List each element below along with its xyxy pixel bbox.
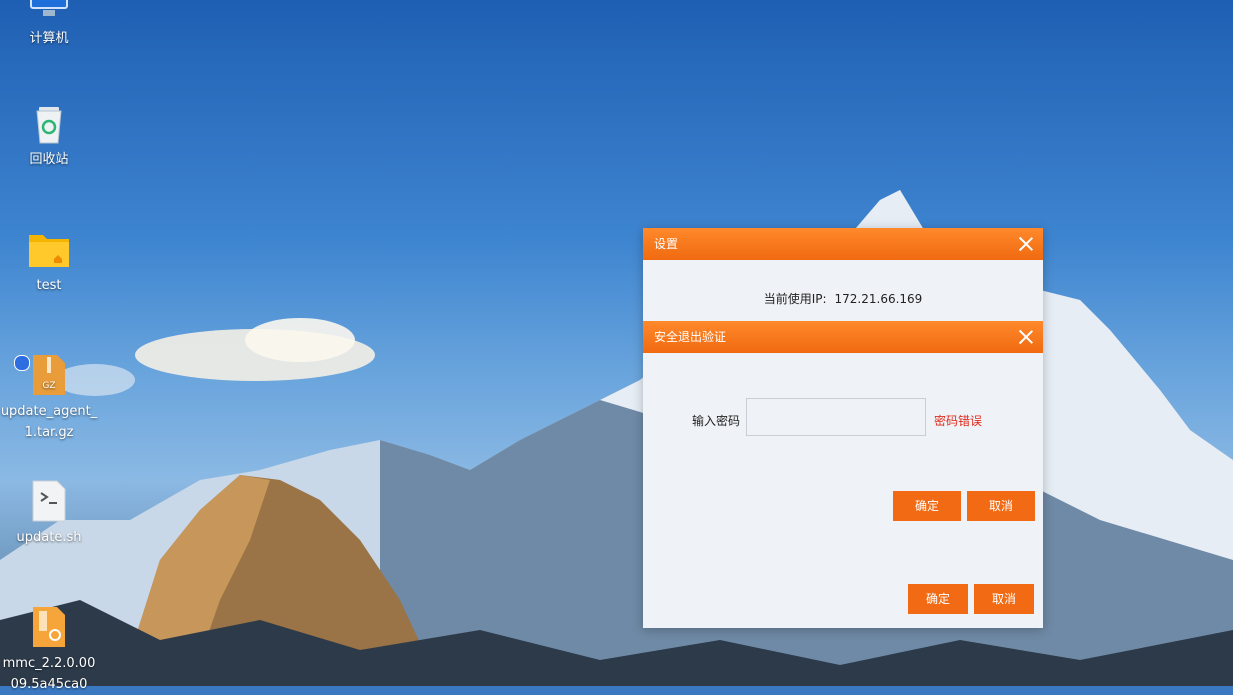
password-error-text: 密码错误 bbox=[934, 414, 983, 428]
settings-dialog-header: 设置 bbox=[643, 228, 1043, 260]
desktop-icon-label: mmc_2.2.0.0009.5a45ca0 bbox=[2, 656, 96, 692]
desktop-icon-test-folder[interactable]: test bbox=[0, 227, 98, 296]
desktop-icon-recycle-bin[interactable]: 回收站 bbox=[0, 101, 98, 170]
close-icon[interactable] bbox=[1017, 235, 1035, 253]
desktop-icon-package[interactable]: mmc_2.2.0.0009.5a45ca0 bbox=[0, 605, 98, 695]
exit-confirm-button[interactable]: 确定 bbox=[893, 491, 961, 521]
password-label: 输入密码 bbox=[692, 414, 741, 428]
script-icon bbox=[27, 479, 71, 523]
desktop-icon-computer[interactable]: 计算机 bbox=[0, 0, 98, 49]
svg-text:GZ: GZ bbox=[42, 381, 55, 391]
settings-dialog-title: 设置 bbox=[654, 237, 679, 251]
current-ip-row: 当前使用IP: 172.21.66.169 bbox=[643, 290, 1043, 307]
desktop-icon-label: 计算机 bbox=[29, 31, 69, 46]
package-icon bbox=[27, 605, 71, 649]
desktop-icon-label: update_agent_1.tar.gz bbox=[0, 404, 98, 440]
exit-cancel-button[interactable]: 取消 bbox=[967, 491, 1035, 521]
desktop-icon-label: update.sh bbox=[16, 530, 82, 545]
desktop-icon-script[interactable]: update.sh bbox=[0, 479, 98, 548]
recycle-bin-icon bbox=[27, 101, 71, 145]
desktop-icon-label: test bbox=[36, 278, 62, 293]
settings-confirm-button[interactable]: 确定 bbox=[908, 584, 968, 614]
settings-cancel-button[interactable]: 取消 bbox=[974, 584, 1034, 614]
password-input[interactable] bbox=[746, 398, 926, 436]
lock-badge-icon bbox=[14, 355, 30, 371]
close-icon[interactable] bbox=[1017, 328, 1035, 346]
safe-exit-dialog: 安全退出验证 输入密码 密码错误 确定 取消 bbox=[643, 321, 1043, 533]
computer-icon bbox=[27, 0, 71, 24]
safe-exit-dialog-header: 安全退出验证 bbox=[643, 321, 1043, 353]
desktop-wallpaper bbox=[0, 0, 1233, 686]
current-ip-value: 172.21.66.169 bbox=[834, 292, 923, 306]
folder-icon bbox=[27, 227, 71, 271]
safe-exit-dialog-title: 安全退出验证 bbox=[654, 330, 727, 344]
desktop-icon-label: 回收站 bbox=[29, 152, 69, 167]
current-ip-label: 当前使用IP: bbox=[763, 292, 827, 306]
archive-icon: GZ bbox=[27, 353, 71, 397]
